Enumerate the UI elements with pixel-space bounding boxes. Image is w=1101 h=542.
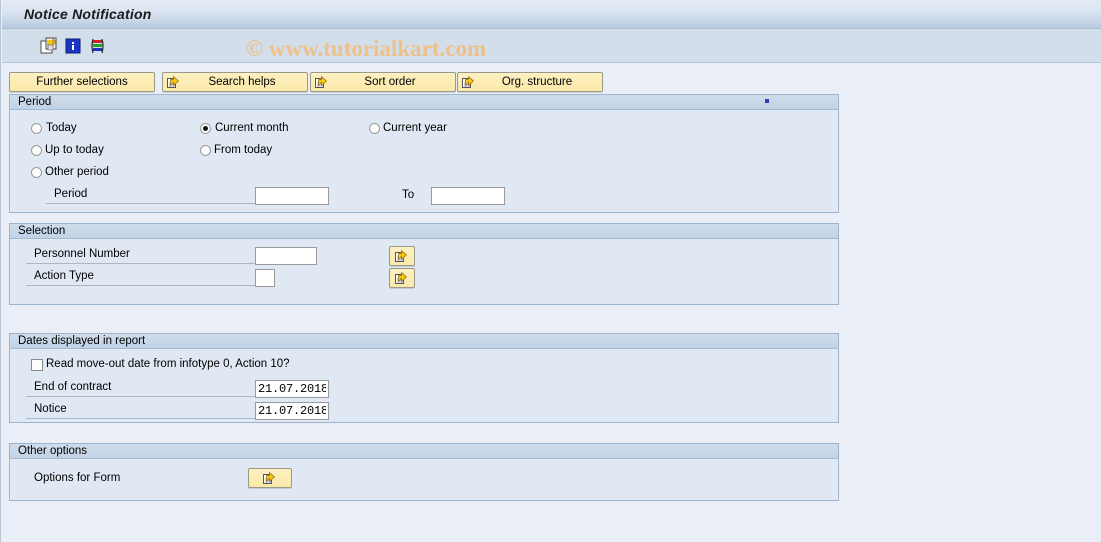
arrow-right-icon [462,75,477,89]
action-type-multi-select-button[interactable] [389,268,415,288]
dates-group-title: Dates displayed in report [18,335,146,347]
dates-group-header: Dates displayed in report [10,334,838,349]
other-options-group-header: Other options [10,444,838,459]
sort-order-button[interactable]: Sort order [310,72,456,92]
radio-current-month[interactable] [200,123,211,134]
other-options-group: Other options Options for Form [9,443,839,501]
period-to-input[interactable] [431,187,505,205]
further-selections-label: Further selections [36,76,128,88]
end-of-contract-label: End of contract [26,380,255,397]
radio-today[interactable] [31,123,42,134]
arrow-right-icon [395,249,410,263]
period-group: Period Today Current month Current year … [9,94,839,213]
selection-group: Selection Personnel Number Action Type [9,223,839,305]
info-icon[interactable] [64,37,82,55]
selection-group-header: Selection [10,224,838,239]
personnel-number-label: Personnel Number [26,247,255,264]
sap-selection-screen: Notice Notification © www.tutorialkart.c… [0,0,1101,542]
icon-toolbar [2,29,1101,63]
dates-group: Dates displayed in report Read move-out … [9,333,839,423]
org-structure-label: Org. structure [501,76,573,88]
sort-order-label: Sort order [364,76,416,88]
personnel-number-input[interactable] [255,247,317,265]
radio-current-year-label[interactable]: Current year [383,122,447,134]
copy-icon[interactable] [40,37,58,55]
arrow-right-icon [167,75,182,89]
search-helps-label: Search helps [208,76,276,88]
search-helps-button[interactable]: Search helps [162,72,308,92]
read-move-out-date-label[interactable]: Read move-out date from infotype 0, Acti… [46,358,290,370]
arrow-right-icon [395,271,410,285]
further-selections-button[interactable]: Further selections [9,72,155,92]
variant-icon[interactable] [88,37,106,55]
options-for-form-label: Options for Form [34,472,121,484]
notice-input[interactable] [255,402,329,420]
read-move-out-date-checkbox[interactable] [31,359,43,371]
period-to-label: To [402,189,415,201]
radio-today-label[interactable]: Today [46,122,77,134]
action-type-input[interactable] [255,269,275,287]
notice-label: Notice [26,402,255,419]
radio-up-to-today[interactable] [31,145,42,156]
period-marker-dot [765,99,769,103]
period-field-label: Period [46,187,255,204]
org-structure-button[interactable]: Org. structure [457,72,603,92]
period-group-header: Period [10,95,838,110]
radio-other-period-label[interactable]: Other period [45,166,109,178]
personnel-number-multi-select-button[interactable] [389,246,415,266]
radio-from-today-label[interactable]: From today [214,144,272,156]
action-type-label: Action Type [26,269,255,286]
radio-other-period[interactable] [31,167,42,178]
period-from-input[interactable] [255,187,329,205]
end-of-contract-input[interactable] [255,380,329,398]
page-title: Notice Notification [24,6,152,22]
arrow-right-icon [263,471,278,485]
period-group-title: Period [18,96,52,108]
radio-up-to-today-label[interactable]: Up to today [45,144,104,156]
selection-group-title: Selection [18,225,66,237]
options-for-form-button[interactable] [248,468,292,488]
radio-from-today[interactable] [200,145,211,156]
other-options-group-title: Other options [18,445,88,457]
window-title-bar: Notice Notification [2,0,1101,29]
content-area: Further selections Search helps Sort ord… [2,63,1101,542]
radio-current-month-label[interactable]: Current month [215,122,289,134]
arrow-right-icon [315,75,330,89]
radio-current-year[interactable] [369,123,380,134]
